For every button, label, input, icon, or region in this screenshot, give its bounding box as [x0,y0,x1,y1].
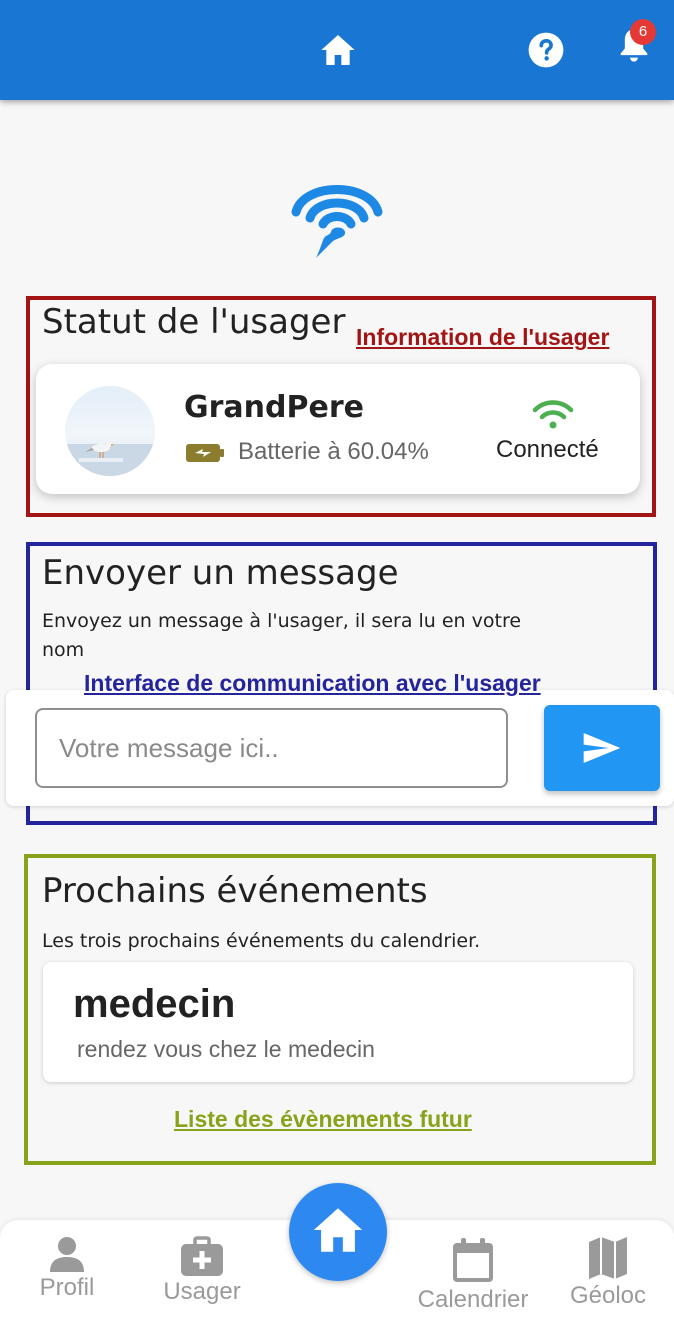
event-title: medecin [73,982,236,1026]
nav-profil-label: Profil [39,1274,95,1301]
nav-geoloc[interactable]: Géoloc [560,1236,656,1310]
person-icon [50,1237,84,1272]
event-description: rendez vous chez le medecin [77,1036,375,1062]
message-description-line1: Envoyez un message à l'usager, il sera l… [42,610,522,632]
nav-usager-label: Usager [163,1278,241,1305]
events-title: Prochains événements [42,871,428,911]
user-name: GrandPere [184,390,364,425]
events-description: Les trois prochains événements du calend… [42,930,481,952]
message-input[interactable] [35,708,508,788]
nav-usager[interactable]: Usager [152,1236,252,1306]
app-logo-icon [291,185,383,258]
calendar-icon [453,1238,493,1282]
battery-charging-icon [186,444,224,462]
home-icon[interactable] [318,30,358,70]
events-annotation: Liste des évènements futur [174,1106,472,1132]
connection-status: Connecté [496,436,599,463]
map-icon [589,1237,627,1279]
medkit-icon [181,1236,223,1276]
message-description-line2: nom [42,639,85,661]
nav-calendrier[interactable]: Calendrier [405,1236,541,1314]
wifi-icon [532,400,574,429]
home-icon [313,1208,363,1252]
notification-badge: 6 [630,19,656,45]
send-icon [583,733,621,763]
avatar [65,386,155,476]
send-button[interactable] [544,705,660,791]
nav-calendrier-label: Calendrier [417,1286,529,1313]
help-icon[interactable] [527,31,565,69]
status-title: Statut de l'usager [42,302,346,342]
user-status-card[interactable]: GrandPere Batterie à 60.04% Connecté [36,364,640,494]
message-title: Envoyer un message [42,553,399,593]
top-app-bar: 6 [0,0,674,100]
seagull-photo-icon [65,441,155,476]
event-card[interactable]: medecin rendez vous chez le medecin [43,962,633,1082]
user-info-annotation: Information de l'usager [356,324,610,350]
home-fab-button[interactable] [289,1183,387,1281]
battery-level: Batterie à 60.04% [238,438,429,465]
nav-profil[interactable]: Profil [24,1236,110,1302]
nav-geoloc-label: Géoloc [569,1282,647,1309]
message-annotation: Interface de communication avec l'usager [84,670,541,696]
